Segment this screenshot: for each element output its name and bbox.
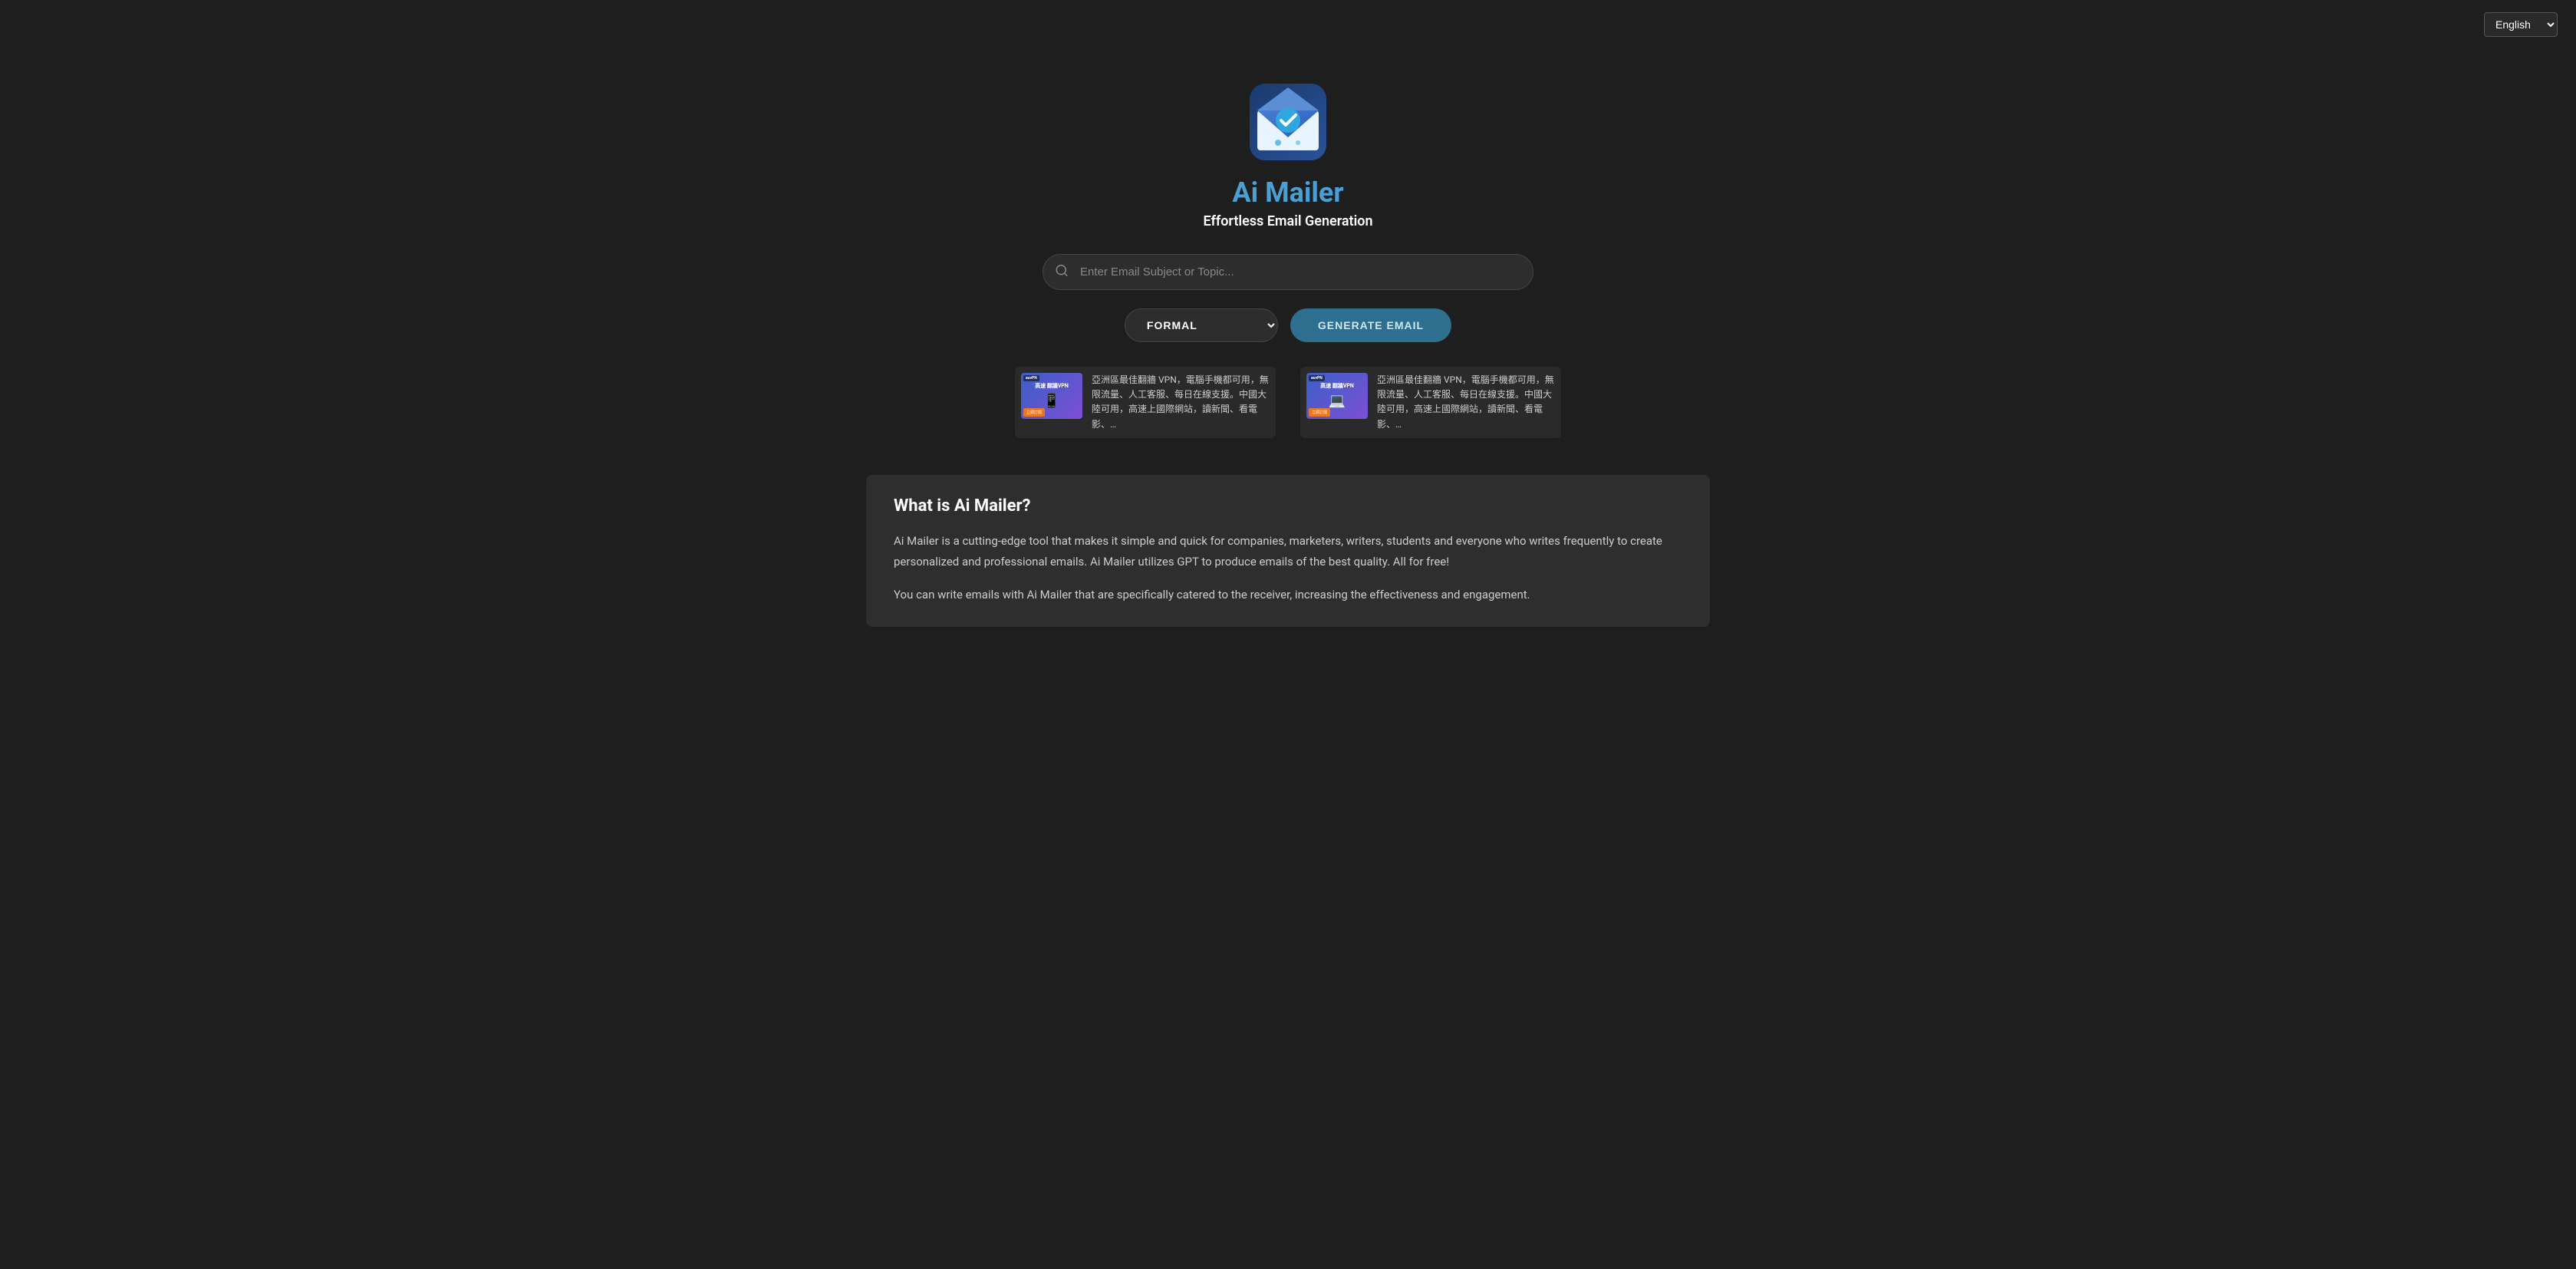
what-is-paragraph-1: Ai Mailer is a cutting-edge tool that ma… <box>894 531 1682 572</box>
email-subject-input[interactable] <box>1043 254 1533 290</box>
ad-label-2: auvPN <box>1309 375 1325 381</box>
what-is-body: Ai Mailer is a cutting-edge tool that ma… <box>894 531 1682 605</box>
ad-thumb-btn-2: 立即訂閱 <box>1309 408 1330 417</box>
ad-thumb-btn-1: 立即訂閱 <box>1023 408 1045 417</box>
logo-section: Ai Mailer Effortless Email Generation <box>1203 80 1372 229</box>
ad-thumbnail-2: auvPN 高速 翻牆VPN 💻 立即訂閱 <box>1306 373 1368 419</box>
tone-selector[interactable]: FORMAL CASUAL PROFESSIONAL FRIENDLY PERS… <box>1125 308 1278 342</box>
main-container: Ai Mailer Effortless Email Generation FO… <box>0 49 2576 697</box>
app-subtitle: Effortless Email Generation <box>1203 213 1372 229</box>
app-logo-icon <box>1246 80 1330 164</box>
ad-label-1: auvPN <box>1023 375 1039 381</box>
ad-card-1[interactable]: auvPN 高速 翻牆VPN 📱 立即訂閱 亞洲區最佳翻牆 VPN，電腦手機都可… <box>1015 367 1276 438</box>
ad-thumb-text-2: 高速 翻牆VPN <box>1320 383 1354 390</box>
ad-thumb-text-1: 高速 翻牆VPN <box>1035 383 1069 390</box>
generate-email-button[interactable]: GENERATE EMAIL <box>1290 308 1451 342</box>
language-selector[interactable]: English 中文 日本語 한국어 Español Français Deut… <box>2484 12 2558 37</box>
ad-text-1: 亞洲區最佳翻牆 VPN，電腦手機都可用，無限流量、人工客服、每日在線支援。中國大… <box>1092 373 1270 432</box>
what-is-title: What is Ai Mailer? <box>894 496 1682 516</box>
controls-row: FORMAL CASUAL PROFESSIONAL FRIENDLY PERS… <box>1125 308 1451 342</box>
ad-card-2[interactable]: auvPN 高速 翻牆VPN 💻 立即訂閱 亞洲區最佳翻牆 VPN，電腦手機都可… <box>1300 367 1561 438</box>
ad-thumbnail-1: auvPN 高速 翻牆VPN 📱 立即訂閱 <box>1021 373 1082 419</box>
ads-row: auvPN 高速 翻牆VPN 📱 立即訂閱 亞洲區最佳翻牆 VPN，電腦手機都可… <box>1015 367 1561 438</box>
search-bar-container <box>1043 254 1533 290</box>
app-title: Ai Mailer <box>1232 176 1343 209</box>
top-bar: English 中文 日本語 한국어 Español Français Deut… <box>0 0 2576 49</box>
ad-text-2: 亞洲區最佳翻牆 VPN，電腦手機都可用，無限流量、人工客服、每日在線支援。中國大… <box>1377 373 1555 432</box>
search-icon <box>1055 263 1069 281</box>
what-is-section: What is Ai Mailer? Ai Mailer is a cuttin… <box>866 475 1710 627</box>
what-is-paragraph-2: You can write emails with Ai Mailer that… <box>894 585 1682 605</box>
